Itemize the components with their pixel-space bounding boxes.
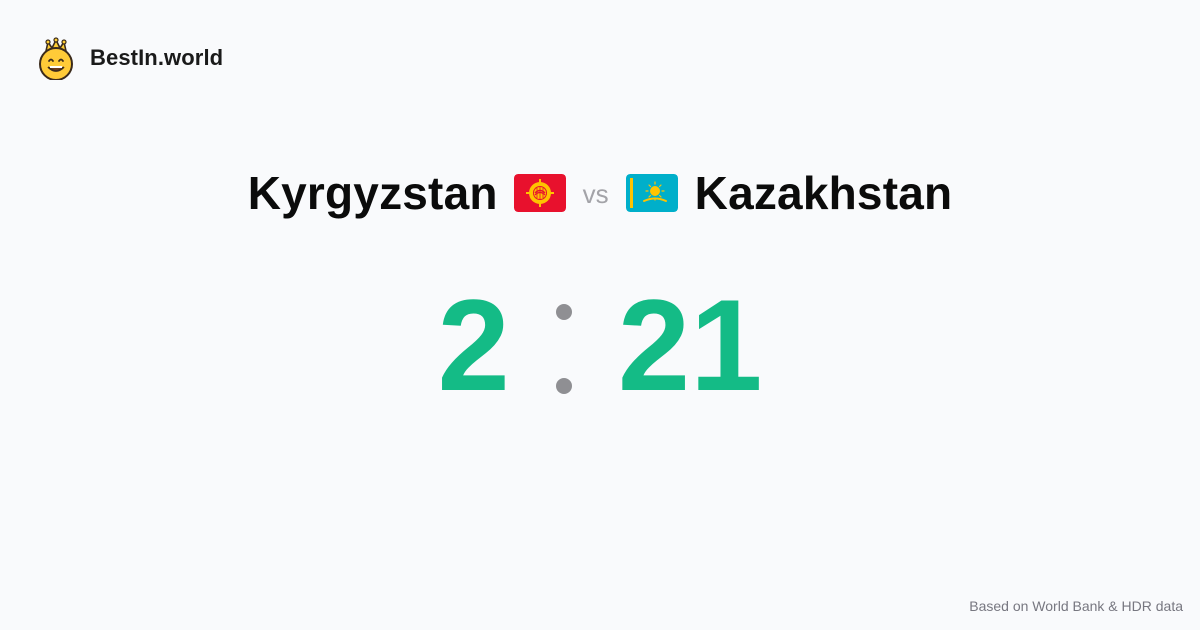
right-country-name[interactable]: Kazakhstan [695,166,953,220]
kazakhstan-flag-icon [625,174,678,212]
data-source-note: Based on World Bank & HDR data [969,598,1183,614]
brand[interactable]: BestIn.world [38,35,223,81]
crowned-smiley-icon [39,37,73,80]
brand-name: BestIn.world [90,45,224,70]
separator-dot-bottom [555,378,572,394]
score-separator [555,304,572,394]
vs-label: vs [582,178,609,209]
country-matchup: Kyrgyzstan vs Kazakhstan [0,162,1200,224]
kyrgyzstan-flag-icon [513,174,566,212]
right-score: 21 [617,272,763,418]
separator-dot-top [555,304,572,320]
left-score: 2 [437,272,510,418]
score-display: 2 21 [0,280,1200,410]
left-country-name[interactable]: Kyrgyzstan [248,166,498,220]
